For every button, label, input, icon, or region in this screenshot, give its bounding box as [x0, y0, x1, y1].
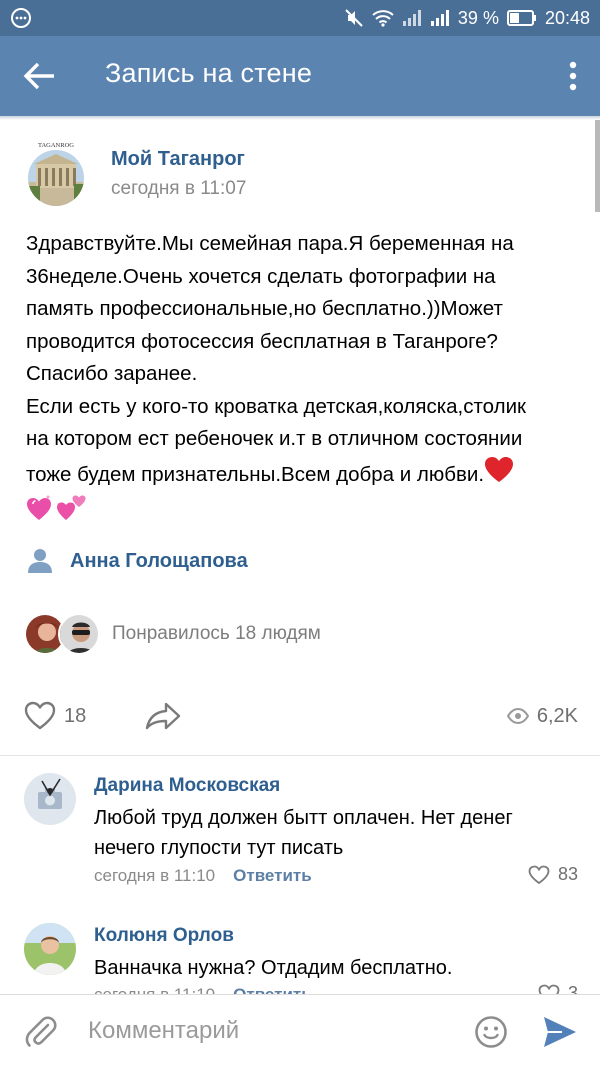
- comment-text: Ванначка нужна? Отдадим бесплатно.: [94, 957, 453, 979]
- heart-icon: [528, 865, 550, 884]
- page-title: Запись на стене: [105, 58, 313, 88]
- post-signer[interactable]: Анна Голощапова: [26, 546, 248, 576]
- comment-timestamp: сегодня в 11:10: [94, 866, 216, 885]
- smiley-icon[interactable]: [474, 1015, 508, 1049]
- post-line-with-emoji: тоже будем признательны.Всем добра и люб…: [26, 456, 582, 492]
- camera-placeholder-icon: [24, 773, 76, 825]
- battery-icon: [506, 10, 536, 26]
- group-logo: TAGANROG: [26, 138, 86, 208]
- person-icon: [28, 549, 52, 573]
- clock: 20:48: [544, 7, 590, 28]
- post-line: на котором ест ребеночек и.т в отличном …: [26, 427, 523, 450]
- sparkling-heart-emoji-icon: [27, 495, 51, 520]
- app-bar: Запись на стене: [0, 36, 600, 116]
- comment-text: Любой труд должен бытт оплачен. Нет дене…: [94, 807, 513, 859]
- post-emoji-line: [26, 491, 582, 524]
- status-bar: 39 % 20:48: [0, 0, 600, 36]
- post-line: Здравствуйте.Мы семейная пара.Я беременн…: [26, 232, 514, 255]
- comment-input[interactable]: Комментарий: [88, 1017, 239, 1045]
- commenter-avatar[interactable]: [24, 773, 76, 825]
- notification-icon: [11, 8, 31, 28]
- liked-by-text: Понравилось 18 людям: [112, 623, 321, 644]
- battery-percent: 39 %: [457, 7, 499, 28]
- signer-name[interactable]: Анна Голощапова: [70, 550, 248, 573]
- app-bar-shadow: [0, 116, 600, 120]
- liker-avatar: [58, 613, 100, 655]
- more-options-icon[interactable]: [566, 60, 580, 92]
- send-icon[interactable]: [542, 1015, 578, 1049]
- mute-icon: [345, 9, 363, 27]
- eye-icon: [506, 708, 529, 724]
- two-hearts-emoji-icon: [57, 495, 86, 520]
- red-heart-emoji-icon: [485, 456, 514, 482]
- paperclip-icon[interactable]: [24, 1015, 58, 1049]
- group-logo-text: TAGANROG: [38, 142, 74, 149]
- comment-author[interactable]: Колюня Орлов: [94, 925, 234, 947]
- post-line: проводится фотосессия бесплатная в Таган…: [26, 329, 498, 353]
- like-button[interactable]: 18: [24, 698, 86, 734]
- reply-button[interactable]: Ответить: [233, 866, 312, 886]
- share-arrow-icon[interactable]: [144, 700, 182, 732]
- liker-photo-2: [60, 615, 98, 653]
- commenter-avatar[interactable]: [24, 923, 76, 975]
- comment-like-count: 83: [557, 864, 578, 884]
- comment-meta: сегодня в 11:10 Ответить: [94, 866, 312, 886]
- comment-composer: Комментарий: [0, 994, 600, 1066]
- group-avatar[interactable]: TAGANROG: [26, 138, 86, 208]
- commenter-photo: [24, 923, 76, 975]
- views-count: 6,2K: [536, 704, 578, 727]
- post-actions: 18 6,2K: [0, 694, 600, 738]
- wifi-icon: [372, 10, 394, 27]
- post-group-name[interactable]: Мой Таганрог: [111, 148, 245, 171]
- post-line: Спасибо заранее.: [26, 362, 198, 385]
- post-line: Если есть у кого-то кроватка детская,кол…: [26, 394, 526, 418]
- post-line: тоже будем признательны.Всем добра и люб…: [26, 462, 485, 486]
- post-line: память профессиональные,но бесплатно.))М…: [26, 297, 503, 320]
- liked-by-row[interactable]: Понравилось 18 людям: [24, 612, 321, 656]
- comment-author[interactable]: Дарина Московская: [94, 775, 280, 797]
- divider: [0, 755, 600, 756]
- views-counter: 6,2K: [506, 698, 578, 734]
- post-line: 36неделе.Очень хочется сделать фотографи…: [26, 264, 496, 288]
- like-count: 18: [64, 704, 87, 727]
- heart-icon: [24, 701, 56, 730]
- signal-icon-2: [430, 10, 449, 26]
- post-text: Здравствуйте.Мы семейная пара.Я беременн…: [26, 228, 582, 524]
- signal-icon-1: [402, 10, 421, 26]
- scrollbar[interactable]: [595, 120, 600, 212]
- comment-like-button[interactable]: 83: [528, 864, 578, 885]
- post-timestamp: сегодня в 11:07: [111, 178, 247, 199]
- back-arrow-icon[interactable]: [22, 60, 56, 92]
